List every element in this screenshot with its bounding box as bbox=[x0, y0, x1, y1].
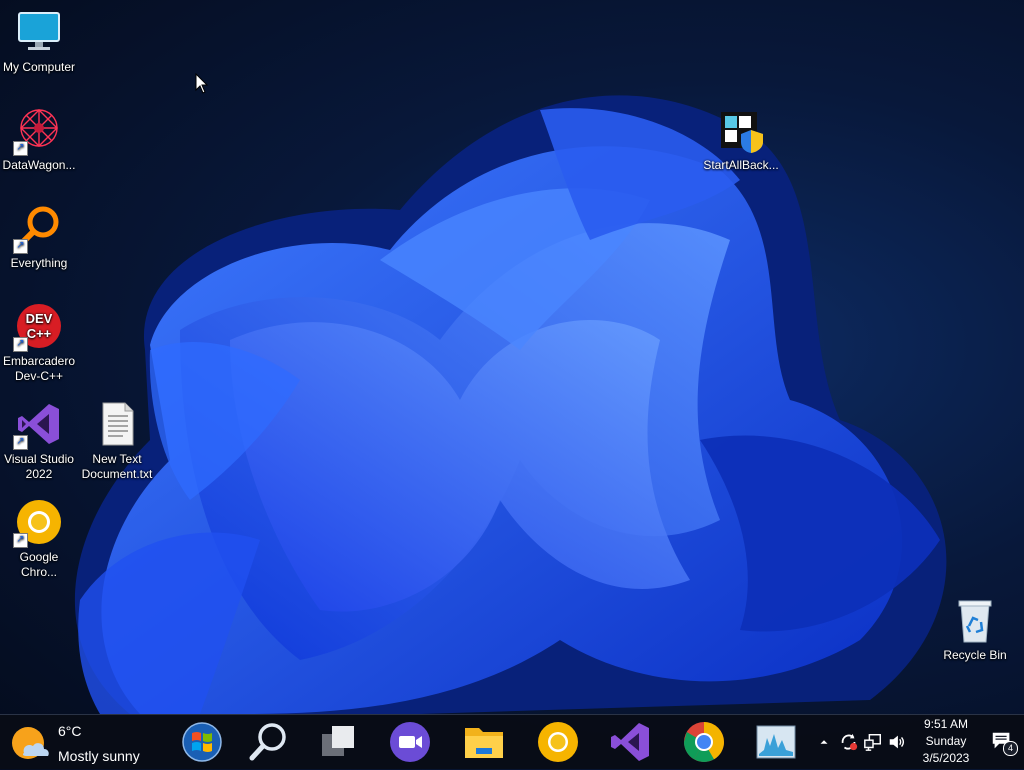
folder-icon bbox=[465, 728, 503, 758]
file-explorer-button[interactable] bbox=[458, 718, 510, 766]
tray-overflow-button[interactable] bbox=[816, 729, 832, 755]
desktop-icon-visual-studio[interactable]: ↗ Visual Studio 2022 bbox=[0, 400, 78, 482]
mouse-cursor-icon bbox=[195, 73, 209, 94]
task-view-button[interactable] bbox=[312, 718, 364, 766]
clock-time: 9:51 AM bbox=[923, 717, 969, 731]
weather-sunny-icon bbox=[12, 727, 49, 759]
desktop-icon-label: My Computer bbox=[2, 60, 76, 74]
video-camera-icon bbox=[390, 722, 430, 762]
desktop-icon-label: Visual Studio 2022 bbox=[4, 452, 74, 481]
svg-text:DEV: DEV bbox=[26, 311, 53, 326]
wallpaper-bloom bbox=[74, 95, 947, 714]
network-icon bbox=[864, 734, 881, 751]
chrome-canary-icon bbox=[538, 722, 578, 762]
desktop-icon-google-chrome-canary[interactable]: ↗ Google Chro... bbox=[0, 498, 78, 580]
notification-center-button[interactable]: 4 bbox=[990, 729, 1018, 756]
desktop-icon-devcpp[interactable]: DEV C++ ↗ Embarcadero Dev-C++ bbox=[0, 302, 78, 384]
start-button[interactable] bbox=[176, 718, 228, 766]
weather-widget[interactable]: 6°C Mostly sunny bbox=[8, 719, 168, 765]
visual-studio-icon: ↗ bbox=[13, 400, 63, 450]
shortcut-arrow-icon: ↗ bbox=[13, 239, 28, 254]
shortcut-arrow-icon: ↗ bbox=[13, 533, 28, 548]
shortcut-arrow-icon: ↗ bbox=[13, 435, 28, 450]
devcpp-icon: DEV C++ ↗ bbox=[13, 302, 63, 352]
chrome-canary-button[interactable] bbox=[532, 718, 584, 766]
svg-text:C++: C++ bbox=[27, 326, 52, 341]
shortcut-arrow-icon: ↗ bbox=[13, 141, 28, 156]
desktop-icon-label: Embarcadero Dev-C++ bbox=[2, 354, 76, 383]
shortcut-arrow-icon: ↗ bbox=[13, 337, 28, 352]
chevron-up-icon bbox=[820, 740, 828, 744]
taskbar: 6°C Mostly sunny 9:51 AM Sunday 3/5/2023… bbox=[0, 714, 1024, 769]
desktop-icon-new-text-document[interactable]: New Text Document.txt bbox=[78, 400, 156, 482]
desktop-icon-my-computer[interactable]: My Computer bbox=[0, 8, 78, 75]
visual-studio-button[interactable] bbox=[604, 718, 656, 766]
tray-sync-button[interactable] bbox=[838, 729, 860, 755]
tray-network-button[interactable] bbox=[862, 729, 884, 755]
desktop-icon-label: Google Chro... bbox=[19, 550, 59, 579]
clock-date: 3/5/2023 bbox=[922, 751, 970, 765]
search-icon bbox=[249, 723, 286, 761]
recycle-bin-icon bbox=[951, 596, 999, 644]
desktop-icon-label: StartAllBack... bbox=[703, 158, 779, 172]
task-view-icon bbox=[322, 726, 354, 756]
magnifier-icon: ↗ bbox=[13, 204, 63, 254]
clock[interactable]: 9:51 AM Sunday 3/5/2023 bbox=[904, 715, 988, 770]
text-file-icon bbox=[93, 400, 141, 448]
sync-icon bbox=[841, 733, 858, 751]
startallback-icon bbox=[717, 106, 765, 154]
chrome-canary-icon: ↗ bbox=[13, 498, 63, 548]
desktop-icon-label: DataWagon... bbox=[2, 158, 76, 172]
weather-temperature: 6°C bbox=[58, 723, 82, 739]
search-button[interactable] bbox=[242, 718, 294, 766]
desktop-icon-everything[interactable]: ↗ Everything bbox=[0, 204, 78, 271]
desktop-icon-label: New Text Document.txt bbox=[81, 452, 153, 481]
datawagon-icon: ↗ bbox=[13, 106, 63, 156]
notification-count-badge: 4 bbox=[1003, 741, 1018, 756]
clock-day: Sunday bbox=[925, 734, 967, 748]
weather-condition: Mostly sunny bbox=[58, 748, 140, 764]
performance-monitor-button[interactable] bbox=[750, 718, 802, 766]
chrome-button[interactable] bbox=[678, 718, 730, 766]
visual-studio-icon bbox=[611, 723, 649, 761]
meet-button[interactable] bbox=[384, 718, 436, 766]
monitor-icon bbox=[15, 8, 63, 56]
desktop-icon-datawagon[interactable]: ↗ DataWagon... bbox=[0, 106, 78, 173]
desktop-icon-recycle-bin[interactable]: Recycle Bin bbox=[936, 596, 1014, 663]
desktop-icon-label: Everything bbox=[10, 256, 68, 270]
chrome-icon bbox=[684, 722, 724, 762]
desktop-icon-label: Recycle Bin bbox=[943, 648, 1007, 662]
desktop-icon-startallback[interactable]: StartAllBack... bbox=[702, 106, 780, 173]
windows-logo-icon bbox=[182, 722, 222, 762]
performance-monitor-icon bbox=[756, 725, 796, 759]
